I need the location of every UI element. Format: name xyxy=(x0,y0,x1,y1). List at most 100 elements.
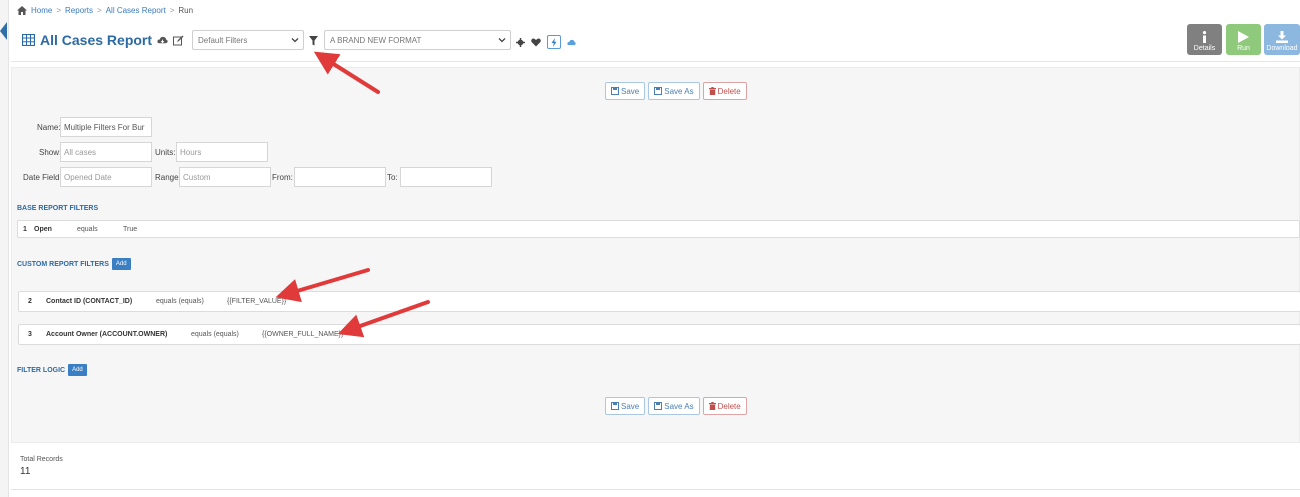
add-filter-logic-button[interactable]: Add xyxy=(68,364,87,376)
filter-operator: equals (equals) xyxy=(191,331,239,338)
save-label: Save xyxy=(621,86,640,96)
download-button[interactable]: Download xyxy=(1264,24,1300,55)
filter-field: Contact ID (CONTACT_ID) xyxy=(46,298,133,305)
date-field-label: Date Field: xyxy=(23,173,62,182)
filter-number: 3 xyxy=(28,331,32,338)
custom-filters-title: CUSTOM REPORT FILTERS Add xyxy=(17,258,131,270)
filter-logic-title: FILTER LOGIC Add xyxy=(17,364,87,376)
download-label: Download xyxy=(1266,45,1298,52)
save-as-button[interactable]: Save As xyxy=(648,82,700,100)
filter-value: True xyxy=(123,226,138,233)
breadcrumb-separator: > xyxy=(169,5,175,15)
trash-icon xyxy=(708,402,716,410)
page: Home > Reports > All Cases Report > Run … xyxy=(0,0,1300,497)
cloud-icon[interactable] xyxy=(567,39,576,46)
filter-preset-select[interactable]: Default Filters xyxy=(192,30,304,50)
total-records-label: Total Records xyxy=(20,456,63,463)
save-as-label: Save As xyxy=(664,401,694,411)
breadcrumb-home[interactable]: Home xyxy=(31,6,52,15)
save-button[interactable]: Save xyxy=(605,397,646,415)
filter-row[interactable]: 3 Account Owner (ACCOUNT.OWNER) equals (… xyxy=(18,324,1300,345)
from-label: From: xyxy=(272,173,293,182)
download-icon xyxy=(1276,31,1288,43)
filter-field: Account Owner (ACCOUNT.OWNER) xyxy=(46,331,168,338)
title-group: All Cases Report xyxy=(22,32,184,48)
format-value: A BRAND NEW FORMAT xyxy=(330,35,422,45)
breadcrumb-all-cases-report[interactable]: All Cases Report xyxy=(106,6,166,15)
range-input[interactable]: Custom xyxy=(179,167,271,187)
breadcrumb-separator: > xyxy=(56,5,62,15)
total-records-value: 11 xyxy=(20,466,31,477)
trash-icon xyxy=(708,87,716,95)
heart-icon[interactable] xyxy=(531,38,541,47)
filter-icon[interactable] xyxy=(309,36,318,46)
show-label: Show: xyxy=(39,148,62,157)
top-action-row: Save Save As Delete xyxy=(605,82,747,100)
filter-number: 2 xyxy=(28,298,32,305)
run-label: Run xyxy=(1237,45,1250,52)
bolt-icon xyxy=(551,37,557,47)
divider xyxy=(11,489,1300,490)
page-title: All Cases Report xyxy=(40,32,153,48)
breadcrumb-reports[interactable]: Reports xyxy=(65,6,93,15)
floppy-icon xyxy=(611,402,619,410)
left-gutter xyxy=(0,0,9,497)
base-filters-title: BASE REPORT FILTERS xyxy=(17,205,98,212)
filter-operator: equals xyxy=(77,226,98,233)
to-input[interactable] xyxy=(400,167,492,187)
base-filters-heading: BASE REPORT FILTERS xyxy=(17,205,99,212)
play-icon xyxy=(1238,31,1249,43)
edit-icon[interactable] xyxy=(173,35,184,46)
home-icon xyxy=(17,5,27,15)
delete-label: Delete xyxy=(717,401,741,411)
info-icon xyxy=(1202,31,1207,43)
chevron-down-icon xyxy=(498,38,506,43)
format-select[interactable]: A BRAND NEW FORMAT xyxy=(324,30,511,50)
filter-field: Open xyxy=(34,226,52,233)
report-header: All Cases Report Default Filters A BRAND… xyxy=(11,22,1300,62)
units-input[interactable]: Hours xyxy=(176,142,268,162)
format-tools xyxy=(516,35,576,49)
breadcrumb: Home > Reports > All Cases Report > Run xyxy=(17,4,193,16)
custom-filters-heading: CUSTOM REPORT FILTERS xyxy=(17,260,109,268)
filter-row[interactable]: 2 Contact ID (CONTACT_ID) equals (equals… xyxy=(18,291,1300,312)
sidebar-toggle[interactable] xyxy=(0,22,7,40)
breadcrumb-run: Run xyxy=(178,5,194,15)
cloud-download-icon[interactable] xyxy=(157,35,168,46)
filter-value: {{FILTER_VALUE}} xyxy=(227,298,287,305)
delete-label: Delete xyxy=(717,86,741,96)
from-input[interactable] xyxy=(294,167,386,187)
save-label: Save xyxy=(621,401,640,411)
name-input[interactable]: Multiple Filters For Bur xyxy=(60,117,152,137)
filter-logic-heading: FILTER LOGIC xyxy=(17,366,66,374)
add-custom-filter-button[interactable]: Add xyxy=(111,258,131,270)
gear-icon[interactable] xyxy=(516,37,525,47)
filter-number: 1 xyxy=(23,226,27,233)
delete-button[interactable]: Delete xyxy=(702,397,747,415)
save-as-button[interactable]: Save As xyxy=(648,397,700,415)
floppy-icon xyxy=(611,87,619,95)
filter-operator: equals (equals) xyxy=(156,298,204,305)
save-button[interactable]: Save xyxy=(605,82,646,100)
chevron-down-icon xyxy=(291,38,299,43)
delete-button[interactable]: Delete xyxy=(702,82,747,100)
filter-value: {{OWNER_FULL_NAME}} xyxy=(262,331,344,338)
table-icon xyxy=(22,34,35,46)
name-label: Name: xyxy=(37,123,61,132)
floppy-icon xyxy=(654,87,663,95)
filter-row[interactable]: 1 Open equals True xyxy=(17,220,1300,238)
bottom-action-row: Save Save As Delete xyxy=(605,397,747,415)
filter-editor-panel: Save Save As Delete Name: Multiple Filte… xyxy=(11,67,1300,443)
details-button[interactable]: Details xyxy=(1187,24,1222,55)
details-label: Details xyxy=(1193,45,1216,52)
run-button[interactable]: Run xyxy=(1226,24,1261,55)
filter-preset-value: Default Filters xyxy=(198,35,248,45)
lightning-button[interactable] xyxy=(547,35,561,49)
save-as-label: Save As xyxy=(664,86,694,96)
show-input[interactable]: All cases xyxy=(60,142,152,162)
breadcrumb-separator: > xyxy=(97,5,102,15)
floppy-icon xyxy=(654,402,663,410)
range-label: Range: xyxy=(155,173,181,182)
units-label: Units: xyxy=(155,148,176,157)
date-field-input[interactable]: Opened Date xyxy=(60,167,152,187)
